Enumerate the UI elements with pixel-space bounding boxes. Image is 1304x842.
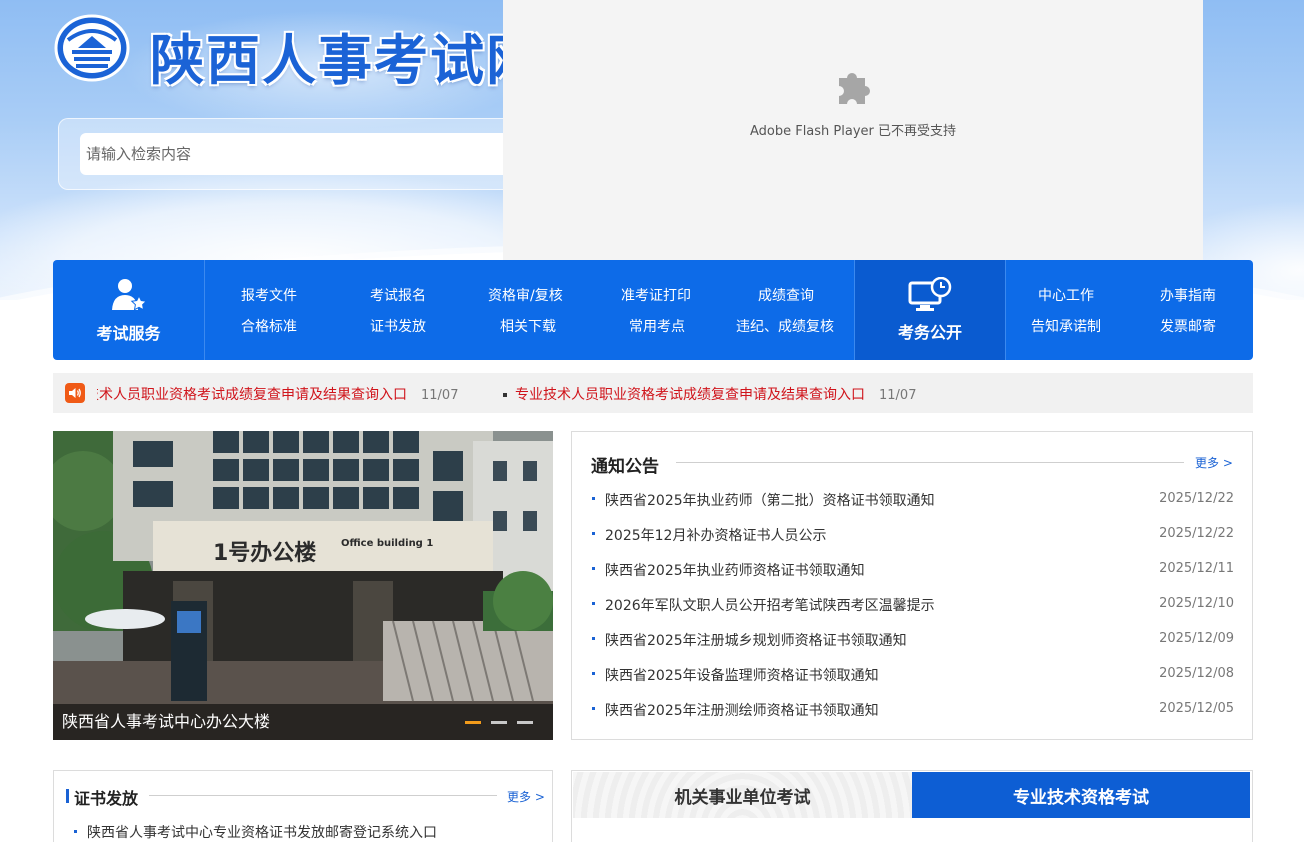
nav-link-downloads[interactable]: 相关下载 [500,316,556,336]
notice-item-date: 2025/12/22 [1159,491,1234,506]
ticker-item[interactable]: 专业技术人员职业资格考试成绩复查申请及结果查询入口 11/07 [503,384,916,404]
nav-category-label: 考试服务 [96,324,161,343]
nav-category-exam-service[interactable]: 考试服务 [53,260,205,360]
notice-item-date: 2025/12/22 [1159,526,1234,541]
flash-placeholder: Adobe Flash Player 已不再受支持 [503,0,1203,260]
tab-public-institution-exam[interactable]: 机关事业单位考试 [573,772,912,818]
nav-link-exam-sites[interactable]: 常用考点 [629,316,685,336]
notice-item-title[interactable]: 陕西省2025年设备监理师资格证书领取通知 [605,665,879,685]
flash-message: Adobe Flash Player 已不再受支持 [749,124,957,139]
building-sign: 1号办公楼 [213,541,317,566]
divider [676,462,1184,463]
divider [149,795,497,796]
tab-professional-qualification-exam[interactable]: 专业技术资格考试 [912,772,1250,818]
list-item[interactable]: 陕西省2025年注册城乡规划师资格证书领取通知 2025/12/09 [592,628,1234,650]
notice-item-title[interactable]: 陕西省2025年注册城乡规划师资格证书领取通知 [605,630,907,650]
plugin-icon [839,73,870,104]
user-star-icon [111,279,147,311]
certificate-panel: 证书发放 更多 > 陕西省人事考试中心专业资格证书发放邮寄登记系统入口 [53,770,553,842]
nav-link-commitment[interactable]: 告知承诺制 [1031,316,1101,336]
list-item[interactable]: 2025年12月补办资格证书人员公示 2025/12/22 [592,523,1234,545]
notice-item-title[interactable]: 陕西省2025年执业药师资格证书领取通知 [605,560,865,580]
ticker-date: 11/07 [421,388,459,403]
nav-category-affairs[interactable]: 考务公开 [854,260,1006,360]
main-nav: 考试服务 报考文件 考试报名 资格审/复核 准考证打印 成绩查询 合格标准 证书… [53,260,1253,360]
list-item[interactable]: 陕西省2025年注册测绘师资格证书领取通知 2025/12/05 [592,698,1234,720]
site-title: 陕西人事考试网 [150,29,542,92]
notice-title: 通知公告 [591,457,659,477]
nav-link-exam-documents[interactable]: 报考文件 [241,285,297,305]
certificate-more-link[interactable]: 更多 > [507,788,545,805]
notice-item-date: 2025/12/08 [1159,666,1234,681]
nav-category-label: 考务公开 [897,323,962,342]
nav-link-invoice-mail[interactable]: 发票邮寄 [1160,316,1216,336]
nav-link-certificate-issue[interactable]: 证书发放 [370,316,426,336]
slide-dot[interactable] [517,721,533,724]
notice-item-title[interactable]: 2026年军队文职人员公开招考笔试陕西考区温馨提示 [605,595,935,615]
slide-dot[interactable] [491,721,507,724]
office-building-photo [53,431,553,740]
speaker-icon [65,383,85,403]
notice-item-date: 2025/12/11 [1159,561,1234,576]
nav-link-service-guide[interactable]: 办事指南 [1160,285,1216,305]
notice-item-title[interactable]: 2025年12月补办资格证书人员公示 [605,525,826,545]
exam-tabs-panel: 机关事业单位考试 专业技术资格考试 [571,770,1253,842]
photo-slideshow[interactable]: 1号办公楼 Office building 1 陕西省人事考试中心办公大楼 [53,431,553,740]
slide-indicators [465,721,533,724]
notice-more-link[interactable]: 更多 > [1195,454,1233,471]
nav-link-score-query[interactable]: 成绩查询 [758,285,814,305]
site-logo[interactable] [54,14,130,82]
certificate-item-title[interactable]: 陕西省人事考试中心专业资格证书发放邮寄登记系统入口 [87,822,437,842]
list-item[interactable]: 陕西省2025年执业药师（第二批）资格证书领取通知 2025/12/22 [592,488,1234,510]
ticker-item[interactable]: 专业技术人员职业资格考试成绩复查申请及结果查询入口 11/07 [97,384,458,404]
nav-link-score-recheck[interactable]: 违纪、成绩复核 [736,316,834,336]
monitor-clock-icon [908,277,952,311]
notice-item-date: 2025/12/05 [1159,701,1234,716]
notice-item-date: 2025/12/10 [1159,596,1234,611]
notice-panel: 通知公告 更多 > 陕西省2025年执业药师（第二批）资格证书领取通知 2025/… [571,431,1253,740]
nav-link-admission-print[interactable]: 准考证打印 [621,285,691,305]
news-ticker: 专业技术人员职业资格考试成绩复查申请及结果查询入口 11/07 专业技术人员职业资… [53,373,1253,413]
building-sign-en: Office building 1 [341,538,434,549]
certificate-title: 证书发放 [74,789,139,808]
notice-item-title[interactable]: 陕西省2025年执业药师（第二批）资格证书领取通知 [605,490,935,510]
list-item[interactable]: 2026年军队文职人员公开招考笔试陕西考区温馨提示 2025/12/10 [592,593,1234,615]
ticker-title: 专业技术人员职业资格考试成绩复查申请及结果查询入口 [97,387,407,403]
notice-item-date: 2025/12/09 [1159,631,1234,646]
search-input[interactable] [80,133,520,175]
list-item[interactable]: 陕西省2025年设备监理师资格证书领取通知 2025/12/08 [592,663,1234,685]
ticker-date: 11/07 [879,388,917,403]
slide-dot[interactable] [465,721,481,724]
nav-link-qualification-review[interactable]: 资格审/复核 [488,285,563,305]
list-item[interactable]: 陕西省2025年执业药师资格证书领取通知 2025/12/11 [592,558,1234,580]
nav-link-pass-standard[interactable]: 合格标准 [241,316,297,336]
nav-link-exam-registration[interactable]: 考试报名 [370,285,426,305]
ticker-title: 专业技术人员职业资格考试成绩复查申请及结果查询入口 [515,387,865,403]
notice-item-title[interactable]: 陕西省2025年注册测绘师资格证书领取通知 [605,700,879,720]
nav-link-center-work[interactable]: 中心工作 [1038,285,1094,305]
